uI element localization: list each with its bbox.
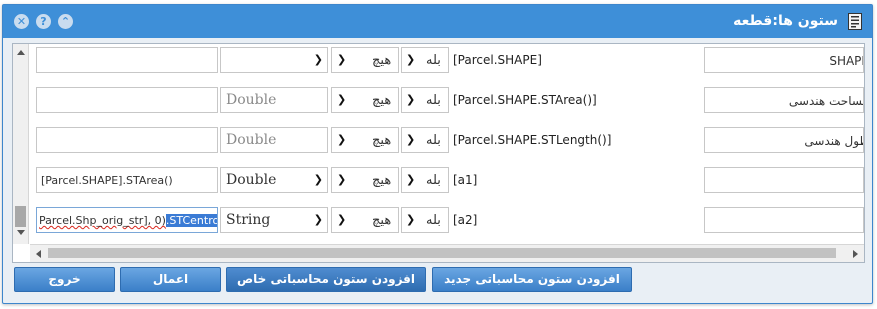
titlebar: ✕ ? ⌃ ستون ها:قطعه bbox=[3, 5, 872, 38]
field-name: [Parcel.SHAPE.STArea()] bbox=[453, 93, 597, 107]
calc-select[interactable]: ❯ هیچ bbox=[331, 167, 399, 193]
dialog-title: ستون ها:قطعه bbox=[733, 13, 838, 29]
calc-value: هیچ bbox=[372, 93, 392, 108]
type-select[interactable]: Double bbox=[220, 127, 328, 153]
table-row: Parcel.Shp_orig_str], 0).STCentroid() St… bbox=[30, 204, 864, 244]
calc-select[interactable]: ❯ هیچ bbox=[331, 207, 399, 233]
scroll-left-icon[interactable] bbox=[36, 250, 41, 258]
help-button[interactable]: ? bbox=[36, 14, 51, 29]
table-row: Double ❯ هیچ ❯ بله [Parcel.SHAPE.STArea(… bbox=[30, 84, 864, 124]
expression-text: Parcel.Shp_orig_str], 0) bbox=[39, 214, 166, 227]
visible-select[interactable]: ❯ بله bbox=[401, 87, 449, 113]
add-computed-column-button[interactable]: افزودن ستون محاسباتی جدید bbox=[432, 267, 632, 292]
type-value: String bbox=[226, 212, 271, 228]
chevron-down-icon: ❯ bbox=[337, 173, 347, 186]
calc-value: هیچ bbox=[372, 53, 392, 68]
document-list-icon bbox=[848, 13, 862, 30]
horizontal-scroll-thumb[interactable] bbox=[48, 248, 836, 258]
visible-value: بله bbox=[426, 213, 441, 228]
table-row: Double ❯ هیچ ❯ بله [Parcel.SHAPE.STLengt… bbox=[30, 124, 864, 164]
alias-value: مساحت هندسی bbox=[788, 94, 864, 108]
field-name: [Parcel.SHAPE] bbox=[453, 53, 542, 67]
calc-value: هیچ bbox=[372, 213, 392, 228]
columns-dialog: ✕ ? ⌃ ستون ها:قطعه ❯ ❯ هیچ ❯ بله [Parcel… bbox=[2, 4, 873, 304]
alias-value: طول هندسی bbox=[804, 134, 864, 148]
visible-value: بله bbox=[426, 93, 441, 108]
type-select[interactable]: Double bbox=[220, 87, 328, 113]
visible-value: بله bbox=[426, 133, 441, 148]
visible-select[interactable]: ❯ بله bbox=[401, 127, 449, 153]
type-select[interactable]: Double ❯ bbox=[220, 167, 328, 193]
type-value: Double bbox=[226, 132, 277, 148]
visible-select[interactable]: ❯ بله bbox=[401, 47, 449, 73]
expression-input[interactable] bbox=[36, 87, 218, 113]
minimize-button[interactable]: ⌃ bbox=[58, 14, 73, 29]
calc-select[interactable]: ❯ هیچ bbox=[331, 47, 399, 73]
help-icon: ? bbox=[40, 15, 47, 28]
horizontal-scrollbar[interactable] bbox=[30, 244, 864, 262]
expression-selection: .STCentroid() bbox=[165, 214, 217, 227]
alias-input[interactable] bbox=[704, 207, 864, 233]
field-name: [a1] bbox=[453, 173, 478, 187]
chevron-down-icon: ❯ bbox=[337, 133, 347, 146]
close-icon: ✕ bbox=[16, 15, 27, 28]
expression-input[interactable] bbox=[36, 47, 218, 73]
expression-input[interactable]: [Parcel.SHAPE].STArea() bbox=[36, 167, 218, 193]
expression-input[interactable] bbox=[36, 127, 218, 153]
table-row: ❯ ❯ هیچ ❯ بله [Parcel.SHAPE] SHAPE bbox=[30, 44, 864, 84]
type-value: Double bbox=[226, 172, 277, 188]
visible-select[interactable]: ❯ بله bbox=[401, 167, 449, 193]
add-special-computed-column-button[interactable]: افزودن ستون محاسباتی خاص bbox=[226, 267, 426, 292]
calc-select[interactable]: ❯ هیچ bbox=[331, 127, 399, 153]
close-button[interactable]: ✕ bbox=[14, 14, 29, 29]
field-name: [Parcel.SHAPE.STLength()] bbox=[453, 133, 612, 147]
type-select[interactable]: ❯ bbox=[220, 47, 328, 73]
columns-grid: ❯ ❯ هیچ ❯ بله [Parcel.SHAPE] SHAPE Doubl… bbox=[12, 43, 865, 263]
scroll-up-icon[interactable] bbox=[17, 50, 25, 55]
exit-button[interactable]: خروج bbox=[14, 267, 115, 292]
chevron-down-icon: ❯ bbox=[406, 173, 416, 186]
apply-button[interactable]: اعمال bbox=[120, 267, 221, 292]
scroll-right-icon[interactable] bbox=[853, 250, 858, 258]
chevron-down-icon: ❯ bbox=[406, 53, 416, 66]
chevron-down-icon: ❯ bbox=[337, 53, 347, 66]
vertical-scrollbar[interactable] bbox=[13, 44, 29, 244]
expression-input[interactable]: Parcel.Shp_orig_str], 0).STCentroid() bbox=[36, 207, 218, 233]
chevron-down-icon: ❯ bbox=[406, 133, 416, 146]
chevron-down-icon: ❯ bbox=[313, 173, 323, 186]
alias-input[interactable]: مساحت هندسی bbox=[704, 87, 864, 113]
calc-value: هیچ bbox=[372, 173, 392, 188]
type-select[interactable]: String ❯ bbox=[220, 207, 328, 233]
chevron-down-icon: ❯ bbox=[313, 53, 323, 66]
alias-input[interactable]: طول هندسی bbox=[704, 127, 864, 153]
chevron-down-icon: ❯ bbox=[337, 93, 347, 106]
alias-input[interactable] bbox=[704, 167, 864, 193]
type-value: Double bbox=[226, 92, 277, 108]
field-name: [a2] bbox=[453, 213, 478, 227]
chevron-down-icon: ❯ bbox=[406, 213, 416, 226]
calc-value: هیچ bbox=[372, 133, 392, 148]
calc-select[interactable]: ❯ هیچ bbox=[331, 87, 399, 113]
alias-value: SHAPE bbox=[829, 54, 863, 68]
scroll-down-icon[interactable] bbox=[17, 230, 25, 235]
chevron-down-icon: ❯ bbox=[406, 93, 416, 106]
vertical-scroll-thumb[interactable] bbox=[15, 206, 26, 227]
table-row: [Parcel.SHAPE].STArea() Double ❯ ❯ هیچ ❯… bbox=[30, 164, 864, 204]
alias-input[interactable]: SHAPE bbox=[704, 47, 864, 73]
chevron-up-icon: ⌃ bbox=[60, 15, 71, 28]
visible-value: بله bbox=[426, 173, 441, 188]
chevron-down-icon: ❯ bbox=[313, 213, 323, 226]
visible-value: بله bbox=[426, 53, 441, 68]
visible-select[interactable]: ❯ بله bbox=[401, 207, 449, 233]
chevron-down-icon: ❯ bbox=[337, 213, 347, 226]
